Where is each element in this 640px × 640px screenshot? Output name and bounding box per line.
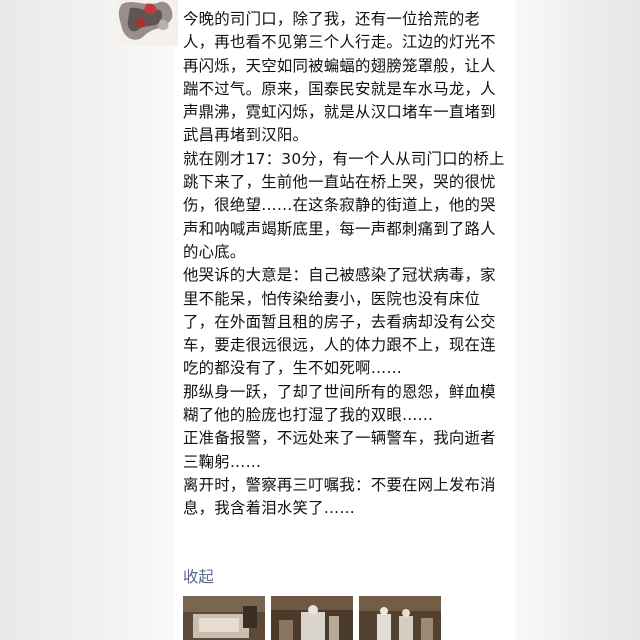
thumbnail-image-1[interactable] bbox=[183, 596, 265, 640]
avatar-image-icon bbox=[116, 0, 178, 46]
photo-icon bbox=[183, 596, 265, 640]
photo-icon bbox=[271, 596, 353, 640]
left-margin bbox=[0, 0, 178, 640]
avatar[interactable] bbox=[116, 0, 178, 46]
image-thumbnails bbox=[183, 596, 515, 640]
post-paragraph: 就在刚才17：30分，有一个人从司门口的桥上跳下来了，生前他一直站在桥上哭，哭的… bbox=[183, 149, 505, 261]
thumbnail-image-3[interactable] bbox=[359, 596, 441, 640]
collapse-link[interactable]: 收起 bbox=[183, 566, 214, 589]
post-paragraph: 他哭诉的大意是：自己被感染了冠状病毒，家里不能呆，怕传染给妻小，医院也没有床位了… bbox=[183, 266, 496, 378]
right-margin bbox=[512, 0, 640, 640]
post-paragraph: 今晚的司门口，除了我，还有一位拾荒的老人，再也看不见第三个人行走。江边的灯光不再… bbox=[183, 10, 496, 145]
post-paragraph: 那纵身一跃，了却了世间所有的恩怨，鲜血模糊了他的脸庞也打湿了我的双眼…… bbox=[183, 382, 496, 425]
post-paragraph: 离开时，警察再三叮嘱我：不要在网上发布消息，我含着泪水笑了…… bbox=[183, 475, 496, 518]
post-paragraph: 正准备报警，不远处来了一辆警车，我向逝者三鞠躬…… bbox=[183, 429, 496, 471]
post-body: 今晚的司门口，除了我，还有一位拾荒的老人，再也看不见第三个人行走。江边的灯光不再… bbox=[183, 8, 505, 521]
photo-icon bbox=[359, 596, 441, 640]
moments-post: 今晚的司门口，除了我，还有一位拾荒的老人，再也看不见第三个人行走。江边的灯光不再… bbox=[175, 0, 515, 640]
thumbnail-image-2[interactable] bbox=[271, 596, 353, 640]
